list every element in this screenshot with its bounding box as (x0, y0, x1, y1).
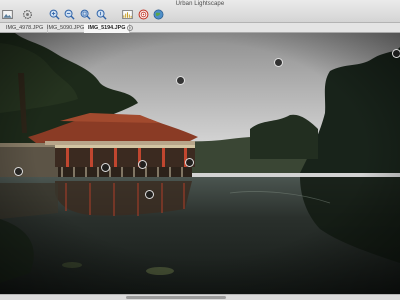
settings-button[interactable] (21, 8, 33, 20)
status-bar (0, 294, 400, 300)
zoom-in-icon (49, 9, 60, 20)
image-icon (1, 9, 13, 19)
annotation-marker[interactable] (176, 76, 185, 85)
annotation-marker[interactable] (392, 49, 400, 58)
target-button[interactable] (137, 8, 149, 20)
photo-viewport[interactable] (0, 33, 400, 294)
tab-img-5090[interactable]: IMG_5090.JPG (43, 24, 90, 33)
open-image-button[interactable] (1, 8, 13, 20)
zoom-fit-button[interactable] (79, 8, 91, 20)
photo-image (0, 33, 400, 294)
title-bar: Urban Lightscape (0, 0, 400, 23)
zoom-actual-icon (96, 9, 107, 20)
tab-img-4978[interactable]: IMG_4978.JPG (2, 24, 49, 33)
histogram-icon (121, 9, 133, 19)
annotation-marker[interactable] (185, 158, 194, 167)
histogram-button[interactable] (121, 8, 133, 20)
target-icon (138, 9, 148, 19)
annotation-marker[interactable] (14, 167, 23, 176)
toolbar (0, 7, 400, 22)
annotation-marker[interactable] (274, 58, 283, 67)
tab-img-5194[interactable]: IMG_5194.JPG (84, 24, 131, 33)
zoom-out-icon (64, 9, 75, 20)
horizontal-scrollbar[interactable] (126, 296, 226, 299)
annotation-marker[interactable] (138, 160, 147, 169)
globe-icon (153, 9, 163, 19)
annotation-marker[interactable] (101, 163, 110, 172)
zoom-fit-icon (80, 9, 91, 20)
globe-button[interactable] (152, 8, 164, 20)
zoom-actual-button[interactable] (95, 8, 107, 20)
zoom-out-button[interactable] (63, 8, 75, 20)
zoom-in-button[interactable] (48, 8, 60, 20)
annotation-marker[interactable] (145, 190, 154, 199)
settings-icon (22, 9, 32, 19)
close-tab-icon[interactable]: × (127, 25, 133, 31)
app-window: Urban Lightscape IMG_4978.JPG IMG_5090.J… (0, 0, 400, 300)
tab-bar: IMG_4978.JPG IMG_5090.JPG IMG_5194.JPG × (0, 23, 400, 33)
